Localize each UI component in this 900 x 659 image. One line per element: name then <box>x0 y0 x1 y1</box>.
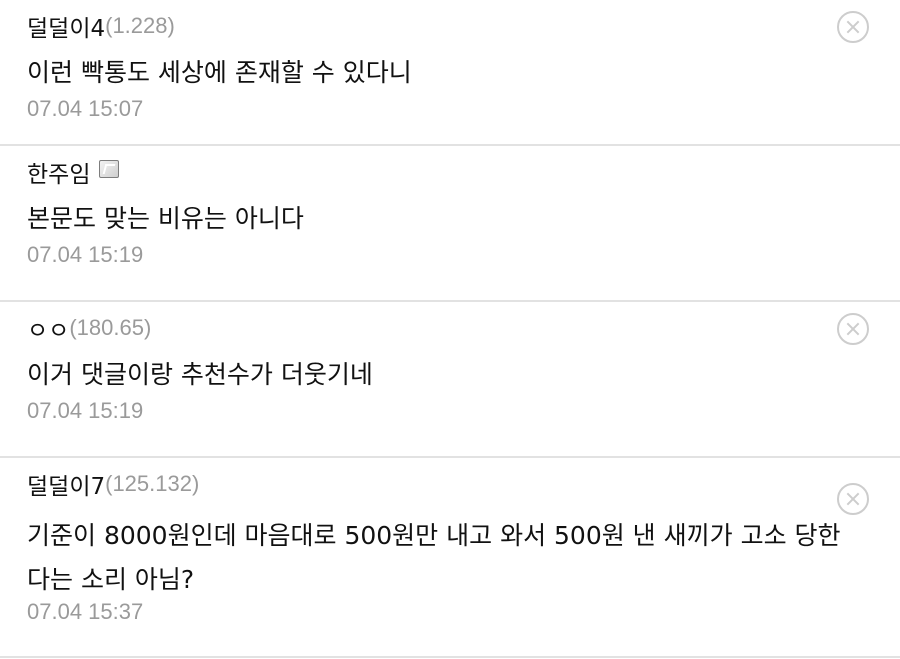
delete-comment-button[interactable] <box>837 483 869 515</box>
comment-text: 이거 댓글이랑 추천수가 더웃기네 <box>27 360 373 389</box>
delete-comment-button[interactable] <box>837 313 869 345</box>
comment-author-line: 덜덜이7 (125.132) <box>27 468 199 500</box>
comment-list: 덜덜이4 (1.228) 이런 빡통도 세상에 존재할 수 있다니 07.04 1… <box>0 0 900 658</box>
comment-text: 본문도 맞는 비유는 아니다 <box>27 204 304 233</box>
comment-item: ㅇㅇ (180.65) 이거 댓글이랑 추천수가 더웃기네 07.04 15:19 <box>0 302 900 458</box>
comment-text: 기준이 8000원인데 마음대로 500원만 내고 와서 500원 낸 새끼가 … <box>27 521 841 594</box>
comment-author[interactable]: 한주임 <box>27 155 90 189</box>
comment-author[interactable]: ㅇㅇ <box>27 311 69 345</box>
member-badge-icon <box>99 160 120 178</box>
comment-ip: (180.65) <box>69 315 152 340</box>
delete-comment-button[interactable] <box>837 11 869 43</box>
comment-author-line: ㅇㅇ (180.65) <box>27 312 151 344</box>
comment-item: 한주임 본문도 맞는 비유는 아니다 07.04 15:19 <box>0 146 900 302</box>
comment-item: 덜덜이4 (1.228) 이런 빡통도 세상에 존재할 수 있다니 07.04 1… <box>0 0 900 146</box>
comment-author-line: 덜덜이4 (1.228) <box>27 10 175 42</box>
comment-ip: (125.132) <box>105 471 200 496</box>
comment-author[interactable]: 덜덜이7 <box>27 467 105 501</box>
comment-author[interactable]: 덜덜이4 <box>27 9 105 43</box>
comment-timestamp: 07.04 15:37 <box>27 599 144 624</box>
comment-timestamp: 07.04 15:07 <box>27 96 144 121</box>
comment-ip: (1.228) <box>105 13 175 38</box>
comment-timestamp: 07.04 15:19 <box>27 398 144 423</box>
comment-author-line: 한주임 <box>27 155 120 189</box>
comment-text: 이런 빡통도 세상에 존재할 수 있다니 <box>27 58 412 87</box>
comment-timestamp: 07.04 15:19 <box>27 242 144 267</box>
comment-item: 덜덜이7 (125.132) 기준이 8000원인데 마음대로 500원만 내고 … <box>0 458 900 658</box>
